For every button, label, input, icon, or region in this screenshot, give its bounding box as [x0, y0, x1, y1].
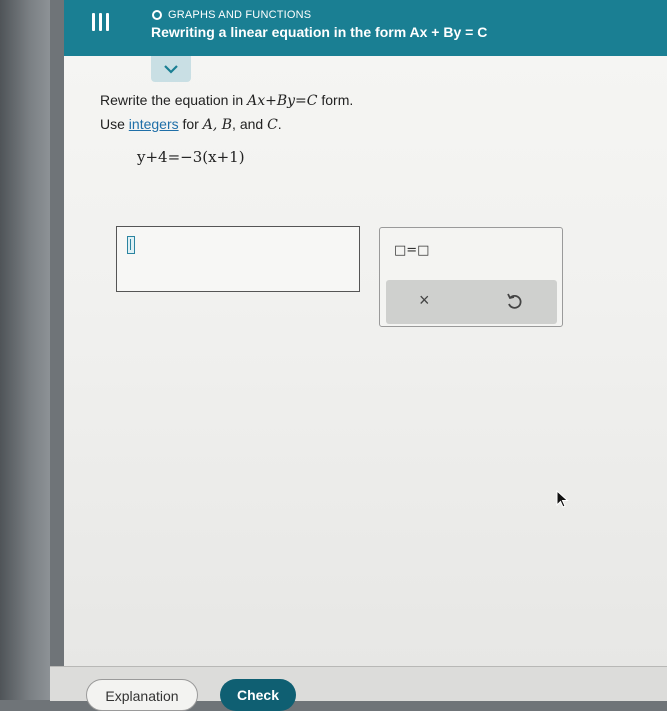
- check-button[interactable]: Check: [220, 679, 296, 711]
- answer-input[interactable]: [116, 226, 360, 292]
- question-text: Rewrite the equation in Ax+By=C form. Us…: [100, 89, 353, 137]
- instruction-line-1: Rewrite the equation in Ax+By=C form.: [100, 92, 354, 109]
- instruction-line-2: Use integers for A, B, and C.: [100, 116, 282, 133]
- photo-edge: [0, 0, 50, 700]
- integers-link[interactable]: integers: [129, 116, 179, 132]
- menu-icon[interactable]: [88, 13, 112, 37]
- explanation-button[interactable]: Explanation: [86, 679, 198, 711]
- form-math: Ax+By=C: [247, 93, 318, 109]
- page-title: Rewriting a linear equation in the form …: [151, 24, 488, 40]
- undo-icon[interactable]: [506, 292, 522, 315]
- given-equation: y+4=−3(x+1): [137, 148, 245, 166]
- topic-label: GRAPHS AND FUNCTIONS: [152, 6, 311, 24]
- mouse-pointer-icon: [556, 489, 570, 513]
- chevron-down-icon: [164, 64, 178, 74]
- clear-button[interactable]: ×: [419, 290, 430, 311]
- equation-template-button[interactable]: □=□: [394, 243, 429, 258]
- input-cursor-icon: [127, 236, 135, 254]
- topic-text: GRAPHS AND FUNCTIONS: [168, 9, 312, 21]
- progress-circle-icon: [152, 10, 162, 20]
- collapse-button[interactable]: [151, 56, 191, 82]
- keypad-action-bar: [386, 280, 557, 324]
